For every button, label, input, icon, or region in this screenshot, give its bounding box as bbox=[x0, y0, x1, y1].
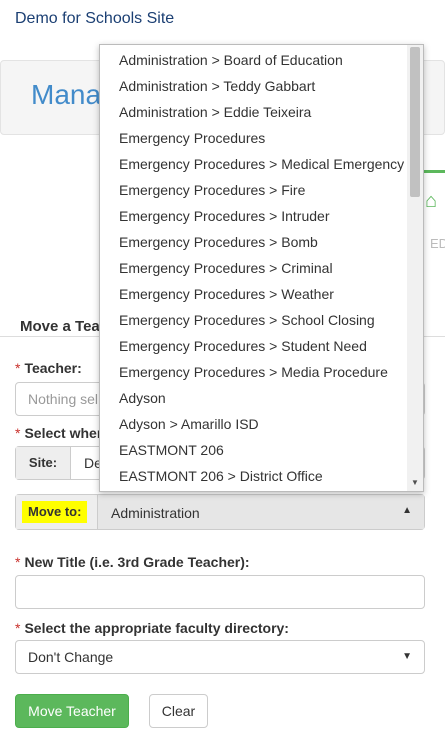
caret-up-icon: ▲ bbox=[402, 505, 412, 516]
teacher-label-text: Teacher: bbox=[24, 360, 82, 376]
directory-label-text: Select the appropriate faculty directory… bbox=[24, 620, 289, 636]
where-label: * Select wher bbox=[15, 425, 102, 441]
directory-select[interactable]: Don't Change ▼ bbox=[15, 640, 425, 674]
move-to-label: Move to: bbox=[22, 501, 88, 523]
dropdown-option[interactable]: Emergency Procedures > Intruder bbox=[100, 203, 408, 229]
dropdown-option[interactable]: Emergency Procedures > Student Need bbox=[100, 333, 408, 359]
dropdown-option[interactable]: Emergency Procedures > School Closing bbox=[100, 307, 408, 333]
site-title-link[interactable]: Demo for Schools Site bbox=[15, 10, 174, 28]
new-title-input[interactable] bbox=[15, 575, 425, 609]
move-to-addon: Move to: bbox=[16, 495, 98, 529]
dropdown-list: Administration > Board of Education Admin… bbox=[100, 47, 408, 489]
dropdown-option[interactable]: Emergency Procedures bbox=[100, 125, 408, 151]
dropdown-option[interactable]: Emergency Procedures > Media Procedure bbox=[100, 359, 408, 385]
dropdown-option[interactable]: EASTMONT 206 > District Office bbox=[100, 463, 408, 489]
dropdown-option[interactable]: EASTMONT 206 bbox=[100, 437, 408, 463]
required-marker: * bbox=[15, 554, 21, 570]
clear-button[interactable]: Clear bbox=[149, 694, 208, 728]
directory-label: * Select the appropriate faculty director… bbox=[15, 620, 289, 636]
dropdown-option[interactable]: Emergency Procedures > Medical Emergency bbox=[100, 151, 408, 177]
move-to-value: Administration bbox=[111, 505, 200, 521]
scrollbar-thumb[interactable] bbox=[410, 47, 420, 197]
dropdown-option[interactable]: Adyson > Amarillo ISD bbox=[100, 411, 408, 437]
required-marker: * bbox=[15, 425, 21, 441]
page-title: Mana bbox=[31, 79, 102, 110]
site-addon-label: Site: bbox=[16, 447, 71, 479]
edit-tile-label: ED bbox=[430, 236, 445, 251]
dropdown-option[interactable]: Adyson bbox=[100, 385, 408, 411]
new-title-label: * New Title (i.e. 3rd Grade Teacher): bbox=[15, 554, 250, 570]
move-teacher-button[interactable]: Move Teacher bbox=[15, 694, 129, 728]
dropdown-option[interactable]: Emergency Procedures > Bomb bbox=[100, 229, 408, 255]
teacher-select-placeholder: Nothing sel bbox=[28, 391, 99, 407]
required-marker: * bbox=[15, 360, 21, 376]
move-to-dropdown[interactable]: Administration > Board of Education Admin… bbox=[99, 44, 424, 492]
directory-select-value: Don't Change bbox=[28, 649, 114, 665]
dropdown-option[interactable]: Emergency Procedures > Fire bbox=[100, 177, 408, 203]
new-title-label-text: New Title (i.e. 3rd Grade Teacher): bbox=[24, 554, 250, 570]
dropdown-option[interactable]: Administration > Teddy Gabbart bbox=[100, 73, 408, 99]
scroll-down-icon[interactable]: ▼ bbox=[411, 478, 419, 487]
dropdown-option[interactable]: Administration > Eddie Teixeira bbox=[100, 99, 408, 125]
caret-down-icon: ▼ bbox=[402, 651, 412, 662]
dropdown-option[interactable]: Administration > Board of Education bbox=[100, 47, 408, 73]
where-label-text: Select wher bbox=[24, 425, 103, 441]
dropdown-option[interactable]: Emergency Procedures > Weather bbox=[100, 281, 408, 307]
required-marker: * bbox=[15, 620, 21, 636]
dropdown-option[interactable]: Emergency Procedures > Criminal bbox=[100, 255, 408, 281]
section-title: Move a Tea bbox=[20, 318, 100, 335]
teacher-label: * Teacher: bbox=[15, 360, 82, 376]
site-header: Demo for Schools Site bbox=[0, 0, 445, 44]
home-icon: ⌂ bbox=[425, 190, 438, 212]
dropdown-scrollbar[interactable]: ▼ bbox=[407, 45, 423, 491]
move-to-group[interactable]: Move to: Administration ▲ bbox=[15, 494, 425, 530]
